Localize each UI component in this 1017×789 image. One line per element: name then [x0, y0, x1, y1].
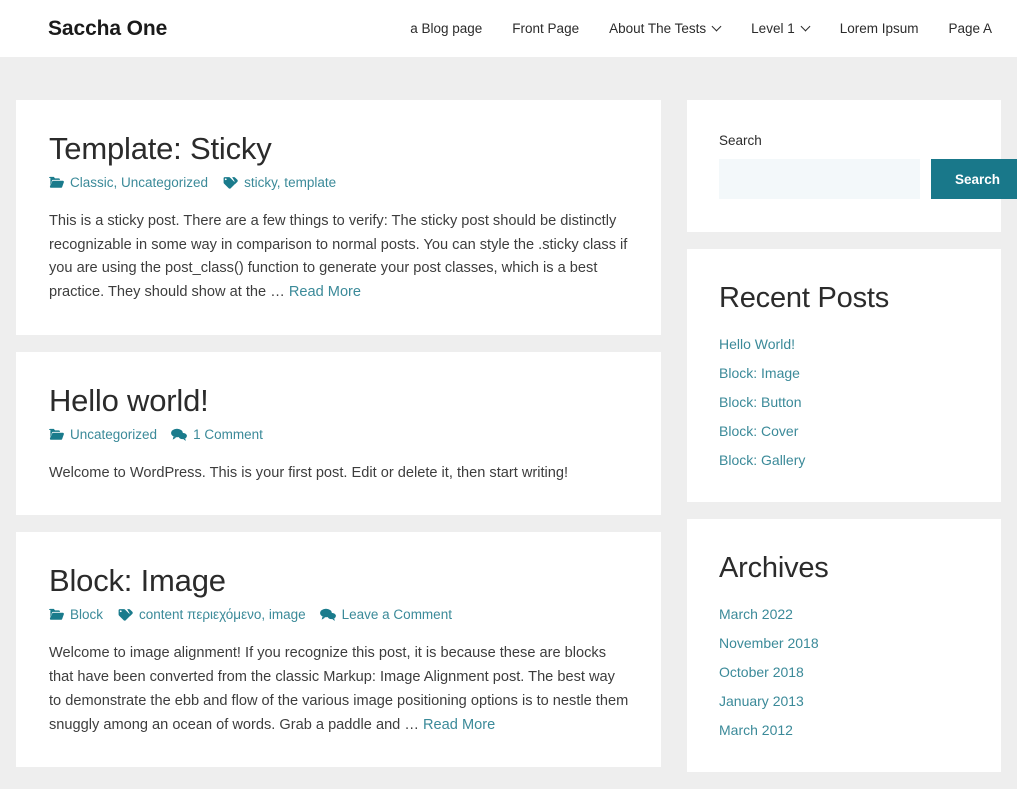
- folder-open-icon: [49, 428, 64, 441]
- post-tags-label[interactable]: content περιεχόμενο, image: [139, 607, 306, 622]
- post-meta: Classic, Uncategorized sticky, template: [49, 175, 629, 190]
- list-item: Block: Image: [719, 365, 969, 383]
- recent-post-link[interactable]: Block: Cover: [719, 423, 798, 439]
- nav-item-a-blog-page[interactable]: a Blog page: [395, 21, 497, 36]
- list-item: March 2012: [719, 722, 969, 740]
- nav-item-label: Front Page: [512, 21, 579, 36]
- primary-navigation: a Blog page Front Page About The Tests L…: [395, 21, 1017, 36]
- nav-item-about-the-tests[interactable]: About The Tests: [594, 21, 736, 36]
- post-excerpt: Welcome to WordPress. This is your first…: [49, 462, 629, 486]
- tag-icon: [222, 176, 238, 189]
- search-button[interactable]: Search: [931, 159, 1017, 199]
- sidebar: Search Search Recent Posts Hello World! …: [687, 100, 1001, 789]
- recent-posts-widget: Recent Posts Hello World! Block: Image B…: [687, 249, 1001, 502]
- post-categories[interactable]: Uncategorized: [49, 427, 157, 442]
- nav-item-label: a Blog page: [410, 21, 482, 36]
- post-categories-label[interactable]: Classic, Uncategorized: [70, 175, 208, 190]
- post-comments[interactable]: 1 Comment: [171, 427, 263, 442]
- nav-item-lorem-ipsum[interactable]: Lorem Ipsum: [825, 21, 934, 36]
- post-categories[interactable]: Classic, Uncategorized: [49, 175, 208, 190]
- list-item: Block: Cover: [719, 423, 969, 441]
- folder-open-icon: [49, 176, 64, 189]
- widget-title: Recent Posts: [719, 281, 969, 316]
- post-comments[interactable]: Leave a Comment: [320, 607, 452, 622]
- post-excerpt-text: Welcome to WordPress. This is your first…: [49, 465, 568, 481]
- read-more-link[interactable]: Read More: [289, 284, 361, 300]
- site-header: Saccha One a Blog page Front Page About …: [0, 0, 1017, 57]
- post-meta: Block content περιεχόμενο, image: [49, 607, 629, 622]
- nav-item-front-page[interactable]: Front Page: [497, 21, 594, 36]
- post-tags[interactable]: sticky, template: [222, 175, 336, 190]
- post-categories-label[interactable]: Uncategorized: [70, 427, 157, 442]
- recent-post-link[interactable]: Block: Image: [719, 365, 800, 381]
- post-excerpt: Welcome to image alignment! If you recog…: [49, 642, 629, 737]
- archive-link[interactable]: October 2018: [719, 664, 804, 680]
- post-comments-label[interactable]: 1 Comment: [193, 427, 263, 442]
- page-wrapper: Template: Sticky Classic, Uncategorized: [0, 57, 1017, 789]
- archives-list: March 2022 November 2018 October 2018 Ja…: [719, 606, 969, 740]
- post-categories-label[interactable]: Block: [70, 607, 103, 622]
- list-item: March 2022: [719, 606, 969, 624]
- recent-post-link[interactable]: Hello World!: [719, 336, 795, 352]
- nav-item-label: Page A: [949, 21, 993, 36]
- recent-post-link[interactable]: Block: Gallery: [719, 452, 805, 468]
- post-comments-label[interactable]: Leave a Comment: [342, 607, 452, 622]
- folder-open-icon: [49, 608, 64, 621]
- nav-item-label: About The Tests: [609, 21, 706, 36]
- list-item: January 2013: [719, 693, 969, 711]
- nav-item-level-1[interactable]: Level 1: [736, 21, 825, 36]
- recent-posts-list: Hello World! Block: Image Block: Button …: [719, 336, 969, 470]
- search-widget: Search Search: [687, 100, 1001, 232]
- post-excerpt: This is a sticky post. There are a few t…: [49, 210, 629, 305]
- chevron-down-icon[interactable]: [713, 23, 721, 31]
- post-tags[interactable]: content περιεχόμενο, image: [117, 607, 306, 622]
- post-title[interactable]: Hello world!: [49, 382, 629, 421]
- widget-title: Archives: [719, 551, 969, 586]
- archive-link[interactable]: March 2012: [719, 722, 793, 738]
- nav-item-page-b[interactable]: Page B: [1007, 21, 1017, 36]
- post-card: Block: Image Block: [16, 532, 661, 767]
- post-tags-label[interactable]: sticky, template: [244, 175, 336, 190]
- post-categories[interactable]: Block: [49, 607, 103, 622]
- nav-item-label: Level 1: [751, 21, 795, 36]
- read-more-link[interactable]: Read More: [423, 717, 495, 733]
- archive-link[interactable]: November 2018: [719, 635, 819, 651]
- post-title[interactable]: Block: Image: [49, 562, 629, 601]
- list-item: Block: Gallery: [719, 452, 969, 470]
- search-label: Search: [719, 133, 969, 148]
- list-item: Block: Button: [719, 394, 969, 412]
- search-input[interactable]: [719, 159, 920, 199]
- archive-link[interactable]: January 2013: [719, 693, 804, 709]
- site-title[interactable]: Saccha One: [48, 17, 167, 41]
- tag-icon: [117, 608, 133, 621]
- recent-post-link[interactable]: Block: Button: [719, 394, 802, 410]
- comments-icon: [320, 608, 336, 621]
- post-title[interactable]: Template: Sticky: [49, 130, 629, 169]
- search-form: Search: [719, 159, 969, 199]
- list-item: Hello World!: [719, 336, 969, 354]
- chevron-down-icon[interactable]: [802, 23, 810, 31]
- post-list: Template: Sticky Classic, Uncategorized: [16, 100, 661, 784]
- list-item: November 2018: [719, 635, 969, 653]
- post-card: Template: Sticky Classic, Uncategorized: [16, 100, 661, 335]
- archives-widget: Archives March 2022 November 2018 Octobe…: [687, 519, 1001, 772]
- post-meta: Uncategorized 1 Comment: [49, 427, 629, 442]
- post-card: Hello world! Uncategorized: [16, 352, 661, 516]
- nav-item-page-a[interactable]: Page A: [934, 21, 1008, 36]
- post-excerpt-text: Welcome to image alignment! If you recog…: [49, 645, 628, 732]
- list-item: October 2018: [719, 664, 969, 682]
- comments-icon: [171, 428, 187, 441]
- archive-link[interactable]: March 2022: [719, 606, 793, 622]
- nav-item-label: Lorem Ipsum: [840, 21, 919, 36]
